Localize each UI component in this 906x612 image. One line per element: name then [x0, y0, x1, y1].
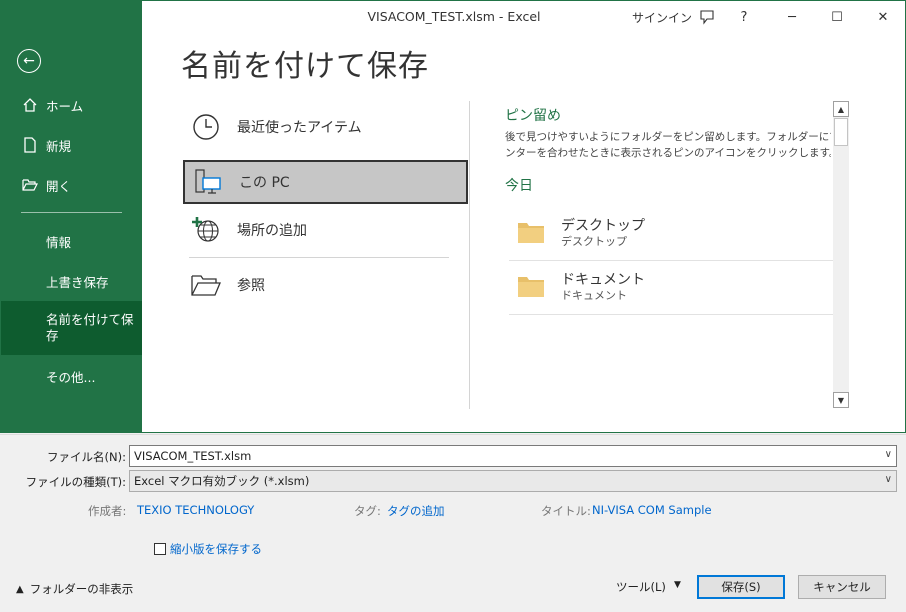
location-label: この PC — [239, 175, 290, 191]
location-divider — [189, 257, 449, 258]
checkbox-box[interactable] — [154, 543, 166, 555]
location-add-place[interactable]: 場所の追加 — [183, 208, 468, 252]
location-browse[interactable]: 参照 — [183, 263, 468, 307]
today-heading: 今日 — [505, 178, 533, 194]
sidebar-item-label: 情報 — [46, 234, 72, 250]
sidebar-item-label: 開く — [46, 178, 72, 194]
filename-label: ファイル名(N): — [47, 450, 126, 464]
tools-menu[interactable]: ツール(L) — [616, 579, 666, 595]
sidebar-item-new[interactable]: 新規 — [1, 127, 142, 163]
folder-path: デスクトップ — [561, 235, 627, 248]
sidebar-item-home[interactable]: ホーム — [1, 87, 142, 123]
chevron-up-icon: ▲ — [16, 583, 24, 595]
pinned-heading: ピン留め — [505, 108, 561, 124]
maximize-icon[interactable]: ☐ — [825, 7, 849, 27]
dropdown-arrow-icon[interactable]: ▼ — [674, 580, 681, 590]
page-title: 名前を付けて保存 — [181, 49, 429, 84]
filename-field[interactable]: VISACOM_TEST.xlsm ∨ — [129, 445, 897, 467]
new-document-icon — [21, 137, 39, 153]
backstage-sidebar: ← ホーム 新規 開く 情報 上書き保存 名前を付けて保 存 その他... — [1, 1, 142, 433]
sidebar-item-label: 上書き保存 — [46, 274, 109, 290]
folder-icon — [517, 220, 547, 248]
tags-value[interactable]: タグの追加 — [387, 503, 445, 519]
author-label: 作成者: — [88, 504, 127, 518]
title-bar: VISACOM_TEST.xlsm - Excel サインイン ? ─ ☐ ✕ — [142, 1, 905, 33]
scroll-down-arrow-icon[interactable]: ▼ — [833, 392, 849, 408]
location-this-pc[interactable]: この PC — [183, 160, 468, 204]
folder-item-desktop[interactable]: デスクトップ デスクトップ — [509, 207, 833, 261]
hide-folders-toggle[interactable]: ▲ フォルダーの非表示 — [16, 581, 133, 597]
title-label: タイトル: — [541, 504, 591, 518]
close-icon[interactable]: ✕ — [871, 7, 895, 27]
pinned-description: 後で見つけやすいようにフォルダーをピン留めします。フォルダーにマウス ポ ンター… — [505, 131, 831, 159]
sidebar-item-more[interactable]: その他... — [1, 358, 142, 394]
minimize-icon[interactable]: ─ — [780, 7, 804, 27]
location-label: 最近使ったアイテム — [237, 120, 362, 136]
location-label: 参照 — [237, 278, 265, 294]
cancel-button[interactable]: キャンセル — [798, 575, 886, 599]
signin-link[interactable]: サインイン — [632, 9, 692, 26]
folder-name: デスクトップ — [561, 218, 645, 234]
filetype-label: ファイルの種類(T): — [25, 475, 126, 489]
folder-item-documents[interactable]: ドキュメント ドキュメント — [509, 261, 833, 315]
sidebar-item-save[interactable]: 上書き保存 — [1, 263, 142, 299]
title-value[interactable]: NI-VISA COM Sample — [592, 503, 712, 517]
browse-folder-icon — [189, 272, 223, 298]
tags-label: タグ: — [354, 504, 381, 518]
this-pc-icon — [191, 168, 225, 196]
author-value[interactable]: TEXIO TECHNOLOGY — [137, 503, 254, 517]
sidebar-item-save-as[interactable]: 名前を付けて保 存 — [1, 301, 142, 355]
save-button[interactable]: 保存(S) — [697, 575, 785, 599]
sidebar-item-label: 新規 — [46, 138, 72, 154]
help-icon[interactable]: ? — [732, 7, 756, 27]
sidebar-item-label: 名前を付けて保 存 — [46, 312, 134, 343]
location-recent[interactable]: 最近使ったアイテム — [183, 105, 468, 149]
folder-icon — [517, 274, 547, 302]
pane-divider — [469, 101, 470, 409]
vertical-scrollbar[interactable]: ▲ ▼ — [833, 101, 849, 408]
back-arrow-icon[interactable]: ← — [17, 49, 41, 73]
chevron-down-icon[interactable]: ∨ — [885, 474, 892, 485]
scroll-thumb[interactable] — [834, 118, 848, 146]
chevron-down-icon[interactable]: ∨ — [885, 449, 892, 460]
sidebar-item-open[interactable]: 開く — [1, 167, 142, 203]
sidebar-item-label: その他... — [46, 369, 96, 385]
save-thumbnail-checkbox[interactable]: 縮小版を保存する — [154, 541, 262, 557]
filetype-select[interactable]: Excel マクロ有効ブック (*.xlsm) ∨ — [129, 470, 897, 492]
open-folder-icon — [21, 178, 39, 192]
home-icon — [21, 97, 39, 113]
feedback-icon[interactable] — [695, 7, 719, 27]
folder-name: ドキュメント — [561, 272, 645, 288]
add-place-globe-icon — [189, 216, 223, 244]
clock-icon — [189, 113, 223, 141]
folder-path: ドキュメント — [561, 289, 627, 302]
sidebar-divider — [21, 212, 122, 213]
excel-backstage-window: ← ホーム 新規 開く 情報 上書き保存 名前を付けて保 存 その他... VI… — [0, 0, 906, 433]
sidebar-item-info[interactable]: 情報 — [1, 223, 142, 259]
sidebar-item-label: ホーム — [46, 98, 84, 114]
location-label: 場所の追加 — [237, 223, 307, 239]
scroll-up-arrow-icon[interactable]: ▲ — [833, 101, 849, 117]
save-form: ファイル名(N): VISACOM_TEST.xlsm ∨ ファイルの種類(T)… — [0, 434, 906, 612]
